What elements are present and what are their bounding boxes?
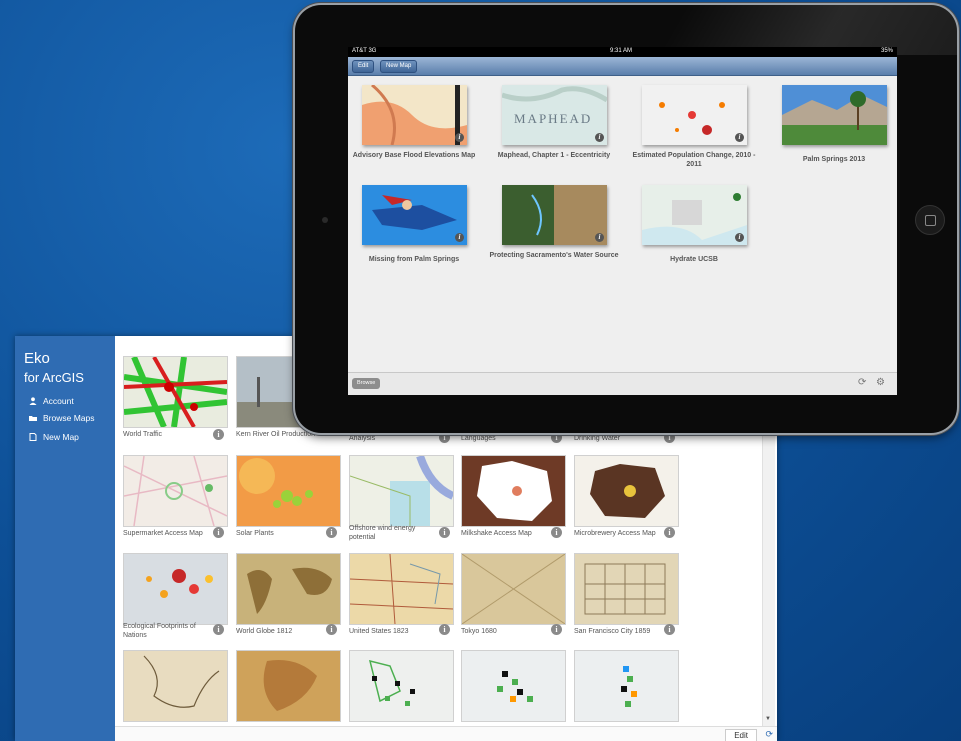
map-label: San Francisco City 1859 bbox=[574, 628, 651, 635]
map-label: Hydrate UCSB bbox=[670, 256, 718, 263]
info-icon[interactable]: i bbox=[735, 233, 744, 242]
info-icon[interactable]: i bbox=[439, 527, 450, 538]
map-thumbnail[interactable] bbox=[123, 650, 228, 722]
settings-icon[interactable]: ⚙ bbox=[876, 377, 885, 388]
sidebar-item-account[interactable]: Account bbox=[29, 396, 74, 406]
app-subtitle: for ArcGIS bbox=[24, 370, 84, 385]
folder-icon bbox=[29, 414, 37, 422]
map-thumbnail[interactable]: i bbox=[642, 85, 747, 145]
info-icon[interactable]: i bbox=[551, 624, 562, 635]
info-icon[interactable]: i bbox=[213, 429, 224, 440]
ipad-device: AT&T 3G 9:31 AM 35% Edit New Map i MAPHE… bbox=[295, 5, 957, 433]
new-map-button[interactable]: New Map bbox=[380, 60, 418, 73]
map-thumbnail[interactable] bbox=[574, 553, 679, 625]
map-thumbnail[interactable]: MAPHEAD i bbox=[502, 85, 607, 145]
map-thumbnail[interactable] bbox=[123, 553, 228, 625]
info-icon[interactable]: i bbox=[664, 624, 675, 635]
map-thumbnail[interactable] bbox=[349, 553, 454, 625]
battery-label: 35% bbox=[880, 48, 893, 54]
sidebar-item-label: New Map bbox=[43, 432, 79, 442]
app-name: Eko bbox=[24, 350, 50, 367]
map-label: Estimated Population Change, 2010 - 2011 bbox=[632, 152, 756, 168]
browse-button[interactable]: Browse bbox=[352, 378, 381, 389]
nav-bar: Edit New Map bbox=[348, 57, 897, 76]
map-label: World Globe 1812 bbox=[236, 628, 293, 635]
map-label: Advisory Base Flood Elevations Map bbox=[352, 152, 476, 159]
map-thumbnail[interactable] bbox=[461, 455, 566, 527]
info-icon[interactable]: i bbox=[551, 527, 562, 538]
sidebar-item-browse-maps[interactable]: Browse Maps bbox=[29, 413, 95, 423]
map-thumbnail[interactable] bbox=[123, 356, 228, 428]
info-icon[interactable]: i bbox=[439, 624, 450, 635]
clock-label: 9:31 AM bbox=[610, 48, 633, 54]
sidebar-item-label: Browse Maps bbox=[43, 413, 95, 423]
map-thumbnail[interactable] bbox=[461, 553, 566, 625]
map-thumbnail[interactable] bbox=[574, 455, 679, 527]
info-icon[interactable]: i bbox=[213, 527, 224, 538]
map-thumbnail[interactable] bbox=[574, 650, 679, 722]
map-label: Ecological Footprints of Nations bbox=[123, 623, 196, 639]
map-label: Languages bbox=[461, 435, 496, 442]
camera-icon bbox=[322, 217, 328, 223]
carrier-label: AT&T 3G bbox=[352, 48, 377, 54]
info-icon[interactable]: i bbox=[439, 432, 450, 443]
map-label: Protecting Sacramento's Water Source bbox=[489, 252, 619, 259]
map-label: Maphead, Chapter 1 - Eccentricity bbox=[497, 152, 611, 159]
map-label: United States 1823 bbox=[349, 628, 409, 635]
info-icon[interactable]: i bbox=[455, 133, 464, 142]
map-label: Tokyo 1680 bbox=[461, 628, 497, 635]
sidebar: Eko for ArcGIS Account Browse Maps New M… bbox=[15, 336, 115, 741]
map-thumbnail[interactable] bbox=[461, 650, 566, 722]
edit-button[interactable]: Edit bbox=[725, 729, 757, 741]
info-icon[interactable]: i bbox=[664, 527, 675, 538]
sidebar-item-label: Account bbox=[43, 396, 74, 406]
info-icon[interactable]: i bbox=[595, 133, 604, 142]
map-thumbnail[interactable] bbox=[349, 650, 454, 722]
status-bar: AT&T 3G 9:31 AM 35% bbox=[348, 47, 897, 57]
map-thumbnail[interactable] bbox=[236, 553, 341, 625]
map-thumbnail[interactable] bbox=[236, 650, 341, 722]
map-label: Missing from Palm Springs bbox=[368, 256, 460, 263]
map-label: Analysis bbox=[349, 435, 376, 442]
scroll-down-icon[interactable]: ▼ bbox=[765, 716, 773, 724]
info-icon[interactable]: i bbox=[326, 624, 337, 635]
info-icon[interactable]: i bbox=[213, 624, 224, 635]
edit-button[interactable]: Edit bbox=[352, 60, 375, 73]
map-label: Palm Springs 2013 bbox=[802, 156, 866, 163]
map-thumbnail[interactable]: i bbox=[362, 85, 467, 145]
info-icon[interactable]: i bbox=[664, 432, 675, 443]
home-button[interactable] bbox=[915, 205, 945, 235]
user-icon bbox=[29, 397, 37, 405]
map-thumbnail[interactable]: i bbox=[502, 185, 607, 245]
map-thumbnail[interactable] bbox=[123, 455, 228, 527]
map-label: Milkshake Access Map bbox=[461, 530, 532, 537]
info-icon[interactable]: i bbox=[551, 432, 562, 443]
info-icon[interactable]: i bbox=[595, 233, 604, 242]
refresh-icon[interactable]: ⟳ bbox=[858, 377, 866, 388]
info-icon[interactable]: i bbox=[455, 233, 464, 242]
map-label: Solar Plants bbox=[236, 530, 274, 537]
map-thumbnail[interactable] bbox=[236, 455, 341, 527]
map-thumbnail[interactable] bbox=[782, 85, 887, 145]
map-thumbnail[interactable] bbox=[349, 455, 454, 527]
map-label: Microbrewery Access Map bbox=[574, 530, 656, 537]
maphead-text: MAPHEAD bbox=[514, 111, 592, 126]
refresh-icon[interactable]: ⟳ bbox=[765, 729, 773, 740]
map-thumbnail[interactable]: i bbox=[362, 185, 467, 245]
map-label: Offshore wind energy potential bbox=[349, 525, 416, 541]
map-label: World Traffic bbox=[123, 431, 163, 438]
map-thumbnail[interactable]: i bbox=[642, 185, 747, 245]
info-icon[interactable]: i bbox=[326, 527, 337, 538]
map-label: Drinking Water bbox=[574, 435, 621, 442]
bottom-bar: Edit ⟳ bbox=[115, 726, 777, 741]
sidebar-item-new-map[interactable]: New Map bbox=[29, 432, 79, 442]
new-document-icon bbox=[29, 433, 37, 441]
map-label: Supermarket Access Map bbox=[123, 530, 203, 537]
ipad-screen: AT&T 3G 9:31 AM 35% Edit New Map i MAPHE… bbox=[348, 47, 897, 395]
bottom-toolbar: Browse ⟳ ⚙ bbox=[348, 372, 897, 395]
info-icon[interactable]: i bbox=[735, 133, 744, 142]
